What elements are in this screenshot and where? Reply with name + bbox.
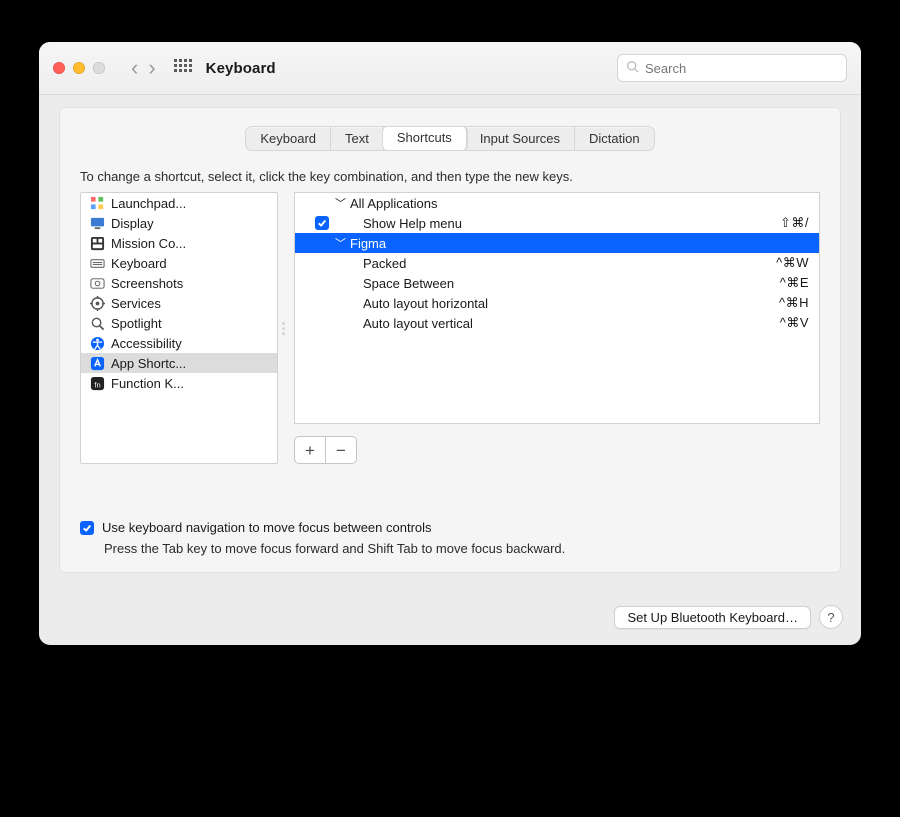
keyboard-navigation-label: Use keyboard navigation to move focus be… bbox=[102, 520, 432, 535]
sidebar-item-app-shortcuts[interactable]: App Shortc... bbox=[81, 353, 277, 373]
sidebar-item-keyboard[interactable]: Keyboard bbox=[81, 253, 277, 273]
window-title: Keyboard bbox=[206, 60, 276, 77]
shortcut-name: Space Between bbox=[363, 276, 780, 291]
sidebar-item-label: Screenshots bbox=[111, 276, 183, 291]
sidebar-item-label: Display bbox=[111, 216, 154, 231]
search-input[interactable] bbox=[645, 61, 838, 76]
shortcut-tree[interactable]: ﹀ All Applications Show Help menu⇧⌘/ ﹀ Figma… bbox=[294, 192, 820, 424]
minimize-window-button[interactable] bbox=[73, 62, 85, 74]
function-keys-icon: fn bbox=[89, 375, 105, 391]
display-icon bbox=[89, 215, 105, 231]
sidebar-item-label: Mission Co... bbox=[111, 236, 186, 251]
sidebar-item-mission-control[interactable]: Mission Co... bbox=[81, 233, 277, 253]
setup-bluetooth-keyboard-button[interactable]: Set Up Bluetooth Keyboard… bbox=[614, 606, 811, 629]
shortcut-name: Packed bbox=[363, 256, 776, 271]
tree-item[interactable]: Auto layout horizontal^⌘H bbox=[295, 293, 819, 313]
shortcut-category-list[interactable]: Launchpad... Display Mission Co... Keyboard… bbox=[80, 192, 278, 464]
sidebar-item-label: Spotlight bbox=[111, 316, 162, 331]
tree-item[interactable]: Space Between^⌘E bbox=[295, 273, 819, 293]
search-icon bbox=[626, 60, 639, 76]
footer: Set Up Bluetooth Keyboard… ? bbox=[39, 591, 861, 645]
help-button[interactable]: ? bbox=[819, 605, 843, 629]
sidebar-item-label: Function K... bbox=[111, 376, 184, 391]
sidebar-item-label: Accessibility bbox=[111, 336, 182, 351]
pane-resize-handle[interactable] bbox=[282, 308, 288, 348]
sidebar-item-label: App Shortc... bbox=[111, 356, 186, 371]
forward-button[interactable]: › bbox=[148, 57, 155, 79]
keyboard-navigation-checkbox[interactable] bbox=[80, 521, 94, 535]
zoom-window-button[interactable] bbox=[93, 62, 105, 74]
app-shortcuts-icon bbox=[89, 355, 105, 371]
sidebar-item-services[interactable]: Services bbox=[81, 293, 277, 313]
svg-text:fn: fn bbox=[94, 380, 100, 389]
show-all-preferences-button[interactable] bbox=[174, 59, 192, 77]
chevron-down-icon: ﹀ bbox=[335, 235, 346, 251]
shortcut-keys[interactable]: ⇧⌘/ bbox=[780, 215, 809, 231]
tab-input-sources[interactable]: Input Sources bbox=[466, 127, 575, 150]
shortcut-keys[interactable]: ^⌘H bbox=[779, 295, 809, 311]
titlebar: ‹ › Keyboard bbox=[39, 42, 861, 95]
shortcut-enabled-checkbox[interactable] bbox=[315, 216, 329, 230]
spotlight-icon bbox=[89, 315, 105, 331]
shortcut-name: Auto layout horizontal bbox=[363, 296, 779, 311]
sidebar-item-screenshots[interactable]: Screenshots bbox=[81, 273, 277, 293]
sidebar-item-spotlight[interactable]: Spotlight bbox=[81, 313, 277, 333]
tab-text[interactable]: Text bbox=[331, 127, 384, 150]
tree-group-all-applications[interactable]: ﹀ All Applications bbox=[295, 193, 819, 213]
sidebar-item-accessibility[interactable]: Accessibility bbox=[81, 333, 277, 353]
keyboard-icon bbox=[89, 255, 105, 271]
window-controls bbox=[53, 62, 105, 74]
shortcut-keys[interactable]: ^⌘E bbox=[780, 275, 809, 291]
sidebar-item-label: Keyboard bbox=[111, 256, 167, 271]
search-field[interactable] bbox=[617, 54, 847, 82]
shortcut-keys[interactable]: ^⌘V bbox=[780, 315, 809, 331]
tree-group-label: All Applications bbox=[350, 196, 809, 211]
tree-item[interactable]: Auto layout vertical^⌘V bbox=[295, 313, 819, 333]
sidebar-item-function-keys[interactable]: fn Function K... bbox=[81, 373, 277, 393]
tab-dictation[interactable]: Dictation bbox=[575, 127, 654, 150]
add-shortcut-button[interactable]: + bbox=[294, 436, 326, 464]
keyboard-navigation-hint: Press the Tab key to move focus forward … bbox=[104, 541, 820, 556]
shortcut-keys[interactable]: ^⌘W bbox=[776, 255, 809, 271]
tree-item[interactable]: Show Help menu⇧⌘/ bbox=[295, 213, 819, 233]
tab-keyboard[interactable]: Keyboard bbox=[246, 127, 331, 150]
sidebar-item-launchpad[interactable]: Launchpad... bbox=[81, 193, 277, 213]
tab-shortcuts[interactable]: Shortcuts bbox=[383, 126, 467, 151]
sidebar-item-display[interactable]: Display bbox=[81, 213, 277, 233]
remove-shortcut-button[interactable]: − bbox=[326, 436, 357, 464]
tree-group-label: Figma bbox=[350, 236, 809, 251]
launchpad-icon bbox=[89, 195, 105, 211]
preference-tabs: KeyboardTextShortcutsInput SourcesDictat… bbox=[80, 126, 820, 151]
screenshots-icon bbox=[89, 275, 105, 291]
tree-item[interactable]: Packed^⌘W bbox=[295, 253, 819, 273]
sidebar-item-label: Services bbox=[111, 296, 161, 311]
chevron-down-icon: ﹀ bbox=[335, 195, 346, 211]
close-window-button[interactable] bbox=[53, 62, 65, 74]
services-icon bbox=[89, 295, 105, 311]
shortcut-name: Show Help menu bbox=[363, 216, 780, 231]
shortcut-name: Auto layout vertical bbox=[363, 316, 780, 331]
preferences-window: ‹ › Keyboard bbox=[39, 42, 861, 645]
tree-group-figma[interactable]: ﹀ Figma bbox=[295, 233, 819, 253]
accessibility-icon bbox=[89, 335, 105, 351]
sidebar-item-label: Launchpad... bbox=[111, 196, 186, 211]
mission-control-icon bbox=[89, 235, 105, 251]
instruction-text: To change a shortcut, select it, click t… bbox=[80, 169, 820, 184]
back-button[interactable]: ‹ bbox=[131, 57, 138, 79]
